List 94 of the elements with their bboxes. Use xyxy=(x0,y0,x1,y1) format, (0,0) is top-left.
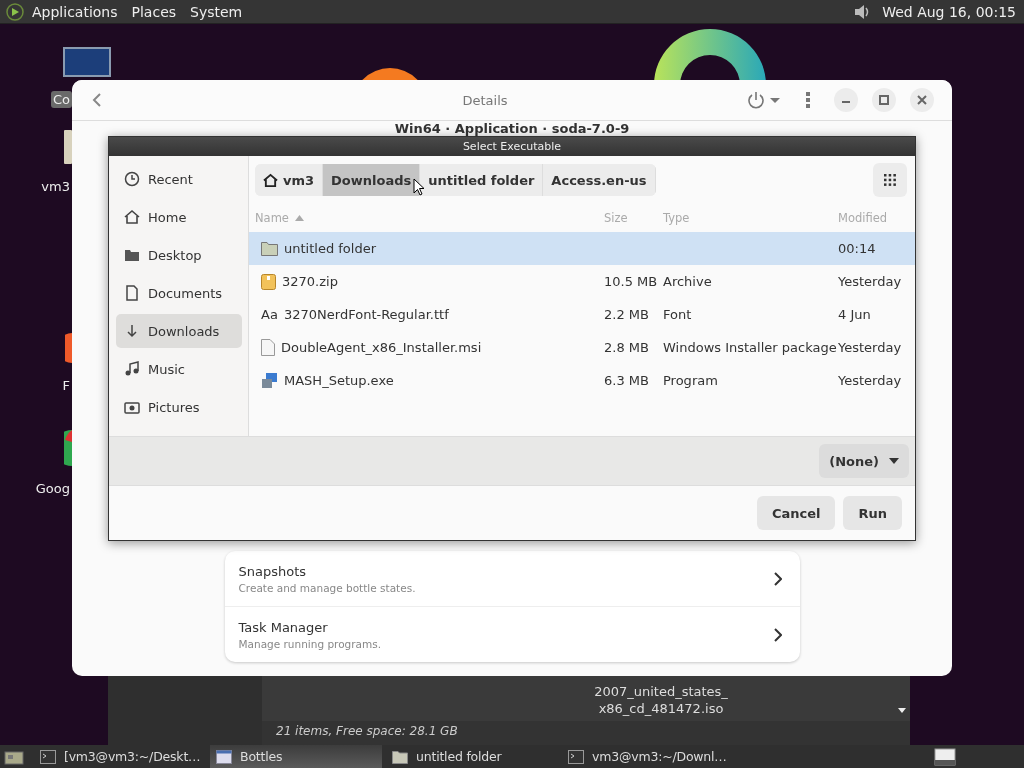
path-button[interactable]: Downloads xyxy=(323,164,421,196)
file-size: 6.3 MB xyxy=(604,373,649,388)
window-icon xyxy=(216,749,232,764)
close-icon[interactable] xyxy=(910,88,934,112)
power-icon[interactable] xyxy=(748,91,782,109)
download-icon xyxy=(124,323,140,339)
path-button[interactable]: vm3 xyxy=(255,164,324,196)
sidebar-item[interactable]: Pictures xyxy=(116,390,242,424)
bottle-subtitle: Win64 · Application · soda-7.0-9 xyxy=(394,121,630,136)
file-size: 2.8 MB xyxy=(604,340,649,355)
sidebar-item[interactable]: Home xyxy=(116,200,242,234)
monitor-icon[interactable] xyxy=(63,47,111,77)
panel-menu[interactable]: Places xyxy=(131,3,177,20)
document-icon xyxy=(124,285,140,301)
sort-arrow-icon xyxy=(294,215,304,221)
grid-view-button[interactable] xyxy=(873,163,907,197)
file-size: 10.5 MB xyxy=(604,274,658,289)
archive-icon xyxy=(261,273,276,290)
run-button[interactable]: Run xyxy=(843,496,902,530)
caret-icon xyxy=(889,458,899,464)
file-name: MASH_Setup.exe xyxy=(284,373,394,388)
workspace-icon[interactable] xyxy=(934,747,956,766)
maximize-icon[interactable] xyxy=(872,88,896,112)
camera-icon xyxy=(124,399,140,415)
taskbar-item[interactable]: untitled folder xyxy=(386,745,558,768)
file-row[interactable]: MASH_Setup.exe 6.3 MB Program Yesterday xyxy=(249,364,915,397)
chevron-right-icon xyxy=(773,571,782,586)
home-icon xyxy=(124,209,140,225)
clock-icon xyxy=(124,171,140,187)
sidebar-item[interactable]: Documents xyxy=(116,276,242,310)
sidebar-item[interactable]: Recent xyxy=(116,162,242,196)
menu-logo-icon[interactable] xyxy=(6,2,24,21)
mouse-pointer-icon xyxy=(413,178,425,196)
row-title: Snapshots xyxy=(238,563,308,579)
terminal-icon xyxy=(568,749,584,764)
font-icon: Aa xyxy=(261,307,278,322)
file-name: 3270.zip xyxy=(282,274,338,289)
taskbar-item[interactable]: [vm3@vm3:~/Deskt… xyxy=(34,745,206,768)
file-modified: 4 Jun xyxy=(838,307,872,322)
file-type: Archive xyxy=(663,274,712,289)
chevron-right-icon xyxy=(773,627,782,642)
file-row[interactable]: DoubleAgent_x86_Installer.msi 2.8 MB Windows Installer packageYesterday xyxy=(249,331,915,364)
file-type: Program xyxy=(663,373,718,388)
show-desktop-icon[interactable] xyxy=(4,748,24,765)
dialog-title: Select Executable xyxy=(109,137,915,156)
window-title: Details xyxy=(461,92,508,108)
program-icon xyxy=(261,372,278,389)
panel-menu[interactable]: Applications xyxy=(32,3,118,20)
row-title: Task Manager xyxy=(238,619,329,635)
settings-row[interactable]: Snapshots Create and manage bottle states. xyxy=(224,551,800,606)
file-name: 3270NerdFont-Regular.ttf xyxy=(284,307,449,322)
sidebar-item[interactable]: Music xyxy=(116,352,242,386)
file-name-text: 2007_united_states_ xyxy=(594,683,728,700)
file-row[interactable]: untitled folder 00:14 xyxy=(249,232,915,265)
row-subtitle: Manage running programs. xyxy=(238,637,383,650)
terminal-icon xyxy=(40,749,56,764)
back-icon[interactable] xyxy=(92,93,102,107)
settings-row[interactable]: Task Manager Manage running programs. xyxy=(224,606,800,662)
grid-icon xyxy=(884,174,896,186)
folder-icon xyxy=(392,749,408,764)
menu-icon[interactable] xyxy=(806,92,810,108)
sidebar-item[interactable]: Desktop xyxy=(116,238,242,272)
desktop-icon-label[interactable]: vm3 xyxy=(39,178,72,195)
desktop-icon-label[interactable]: F xyxy=(60,377,72,394)
folder-icon xyxy=(124,247,140,263)
music-note-icon xyxy=(124,361,140,377)
file-modified: Yesterday xyxy=(838,340,903,355)
file-name-text: x86_cd_481472.iso xyxy=(598,700,724,717)
taskbar-item[interactable]: vm3@vm3:~/Downl… xyxy=(562,745,734,768)
row-subtitle: Create and manage bottle states. xyxy=(238,581,417,594)
file-name: DoubleAgent_x86_Installer.msi xyxy=(281,340,482,355)
desktop-icon-label[interactable]: Co xyxy=(50,91,72,108)
file-modified: 00:14 xyxy=(838,241,877,256)
filter-dropdown[interactable]: (None) xyxy=(819,444,909,478)
home-icon xyxy=(263,173,278,187)
file-type: Font xyxy=(663,307,692,322)
taskbar-item[interactable]: Bottles xyxy=(210,745,382,768)
panel-menu[interactable]: System xyxy=(190,3,243,20)
file-size: 2.2 MB xyxy=(604,307,649,322)
file-name: untitled folder xyxy=(284,241,376,256)
panel-clock[interactable]: Wed Aug 16, 00:15 xyxy=(882,3,1016,20)
desktop-icon-label[interactable]: Goog xyxy=(33,480,72,497)
folder-icon xyxy=(261,241,278,256)
status-bar: 21 items, Free space: 28.1 GB xyxy=(262,721,910,745)
document-icon xyxy=(261,339,275,356)
file-modified: Yesterday xyxy=(838,373,903,388)
file-row[interactable]: Aa 3270NerdFont-Regular.ttf 2.2 MB Font 4 Jun xyxy=(249,298,915,331)
file-type: Windows Installer package xyxy=(663,340,837,355)
sidebar-item[interactable]: Downloads xyxy=(116,314,242,348)
scroll-down-icon[interactable] xyxy=(898,708,906,713)
file-row[interactable]: 3270.zip 10.5 MB Archive Yesterday xyxy=(249,265,915,298)
file-modified: Yesterday xyxy=(838,274,903,289)
cancel-button[interactable]: Cancel xyxy=(756,496,836,530)
minimize-icon[interactable] xyxy=(834,88,858,112)
